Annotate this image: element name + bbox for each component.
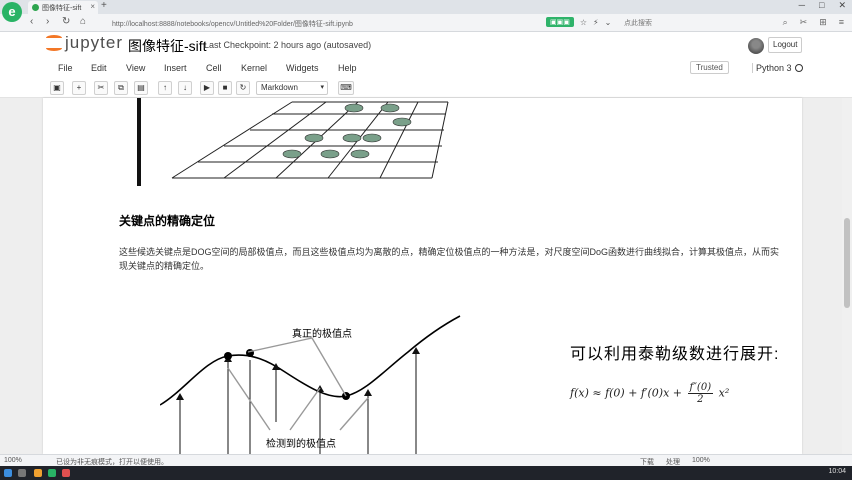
menu-insert[interactable]: Insert (164, 63, 187, 73)
formula-tail: x² (718, 386, 730, 400)
vertical-bar (137, 98, 141, 186)
kernel-name: Python 3 (752, 63, 792, 73)
formula-denominator: 2 (697, 394, 704, 405)
cell-type-select[interactable]: Markdown ▾ (256, 81, 328, 95)
menu-icon[interactable]: ≡ (839, 17, 844, 28)
start-icon[interactable] (4, 469, 12, 477)
url-field[interactable]: http://localhost:8888/notebooks/opencv/U… (112, 17, 542, 30)
stop-icon[interactable]: ■ (218, 81, 232, 95)
section-paragraph: 这些候选关键点是DOG空间的局部极值点，而且这些极值点均为离散的点，精确定位极值… (119, 247, 780, 271)
notebook-title[interactable]: 图像特征-sift (128, 36, 207, 56)
add-cell-icon[interactable]: + (72, 81, 86, 95)
avatar (748, 38, 764, 54)
taskbar-clock: 10:04 (828, 468, 846, 475)
browser-task-icon[interactable] (48, 469, 56, 477)
window-controls: ─ □ ✕ (799, 0, 846, 11)
keyboard-icon[interactable]: ⌨ (338, 81, 354, 95)
cut-icon[interactable]: ✂ (94, 81, 108, 95)
zoom-level[interactable]: 100% (4, 457, 22, 464)
copy-icon[interactable]: ⧉ (114, 81, 128, 95)
dropdown-icon[interactable]: ⌄ (605, 18, 612, 27)
menu-widgets[interactable]: Widgets (286, 63, 319, 73)
search-task-icon[interactable] (18, 469, 26, 477)
detected-extrema-label: 检测到的极值点 (266, 439, 336, 450)
close-window-icon[interactable]: ✕ (838, 0, 846, 11)
chevron-down-icon: ▾ (320, 84, 324, 91)
scrollbar-thumb[interactable] (844, 218, 850, 308)
logout-button[interactable]: Logout (768, 37, 803, 53)
page-scrollbar[interactable] (842, 98, 852, 454)
home-icon[interactable]: ⌂ (80, 16, 86, 27)
kernel-status-icon (795, 64, 803, 72)
checkpoint-status: Last Checkpoint: 2 hours ago (autosaved) (204, 40, 372, 50)
explorer-icon[interactable] (34, 469, 42, 477)
browser-logo-icon[interactable]: e (2, 2, 22, 22)
app-task-icon[interactable] (62, 469, 70, 477)
tab-favicon-icon (32, 4, 39, 11)
address-bar-row: ‹ › ↻ ⌂ http://localhost:8888/notebooks/… (0, 14, 852, 32)
true-extremum-point (224, 352, 232, 360)
formula-numerator: f″(0) (687, 382, 714, 394)
os-taskbar: 10:04 (0, 466, 852, 480)
browser-status-bar: 100% 已设为非无痕模式，打开以便使用。 下载 处理 100% (0, 454, 852, 466)
jupyter-logo-text: jupyter (65, 33, 124, 52)
save-icon[interactable]: ▣ (50, 81, 64, 95)
menu-kernel[interactable]: Kernel (241, 63, 267, 73)
share-icon[interactable]: ⚡ (593, 18, 599, 27)
taylor-formula: f(x) ≈ f(0) + f′(0)x + f″(0) 2 x² (570, 382, 729, 405)
refresh-icon[interactable]: ↻ (62, 16, 70, 27)
maximize-icon[interactable]: □ (819, 0, 824, 11)
back-icon[interactable]: ‹ (30, 16, 33, 27)
menu-cell[interactable]: Cell (206, 63, 222, 73)
browser-toolbar-icons: ⌕ ✂ ⊞ ≡ (783, 17, 844, 28)
extension-badge-icon[interactable]: ▣▣▣ (546, 17, 574, 27)
star-icon[interactable]: ☆ (580, 18, 587, 27)
browser-tab[interactable]: 图像特征-sift × (28, 1, 98, 14)
jupyter-logo[interactable]: jupyter (46, 33, 123, 53)
minimize-icon[interactable]: ─ (799, 0, 805, 11)
search-icon[interactable]: ⌕ (783, 17, 788, 28)
true-extrema-label: 真正的极值点 (292, 329, 352, 340)
tab-close-icon[interactable]: × (90, 2, 95, 11)
label-leader-lines (227, 337, 369, 431)
menu-bar: File Edit View Insert Cell Kernel Widget… (0, 60, 852, 78)
cell-type-value: Markdown (261, 83, 298, 92)
jupyter-logo-icon (46, 34, 62, 52)
tab-title: 图像特征-sift (42, 5, 82, 12)
extension-icon[interactable]: ⊞ (819, 17, 827, 28)
jupyter-header: jupyter 图像特征-sift Last Checkpoint: 2 hou… (0, 32, 852, 60)
notebook-toolbar: ▣ + ✂ ⧉ ▤ ↑ ↓ ▶ ■ ↻ Markdown ▾ ⌨ (0, 80, 852, 98)
move-up-icon[interactable]: ↑ (158, 81, 172, 95)
move-down-icon[interactable]: ↓ (178, 81, 192, 95)
search-box[interactable]: 点此搜索 (624, 18, 652, 28)
cut-tool-icon[interactable]: ✂ (800, 17, 808, 28)
browser-tab-strip: 图像特征-sift × + ─ □ ✕ (0, 0, 852, 14)
menu-edit[interactable]: Edit (91, 63, 107, 73)
menu-file[interactable]: File (58, 63, 73, 73)
detected-extremum-point (246, 349, 254, 357)
section-heading: 关键点的精确定位 (119, 214, 216, 228)
address-bar-actions: ▣▣▣ ☆ ⚡ ⌄ (546, 17, 611, 27)
formula-lhs: f(x) ≈ f(0) + f′(0)x + (570, 386, 682, 400)
formula-fraction: f″(0) 2 (687, 382, 714, 405)
taylor-title: 可以利用泰勒级数进行展开: (570, 346, 780, 363)
run-icon[interactable]: ▶ (200, 81, 214, 95)
menu-help[interactable]: Help (338, 63, 357, 73)
menu-view[interactable]: View (126, 63, 145, 73)
paste-icon[interactable]: ▤ (134, 81, 148, 95)
forward-icon[interactable]: › (46, 16, 49, 27)
trusted-badge[interactable]: Trusted (690, 61, 729, 74)
new-tab-button[interactable]: + (101, 0, 107, 11)
restart-icon[interactable]: ↻ (236, 81, 250, 95)
scale-space-grid-figure (137, 98, 449, 186)
